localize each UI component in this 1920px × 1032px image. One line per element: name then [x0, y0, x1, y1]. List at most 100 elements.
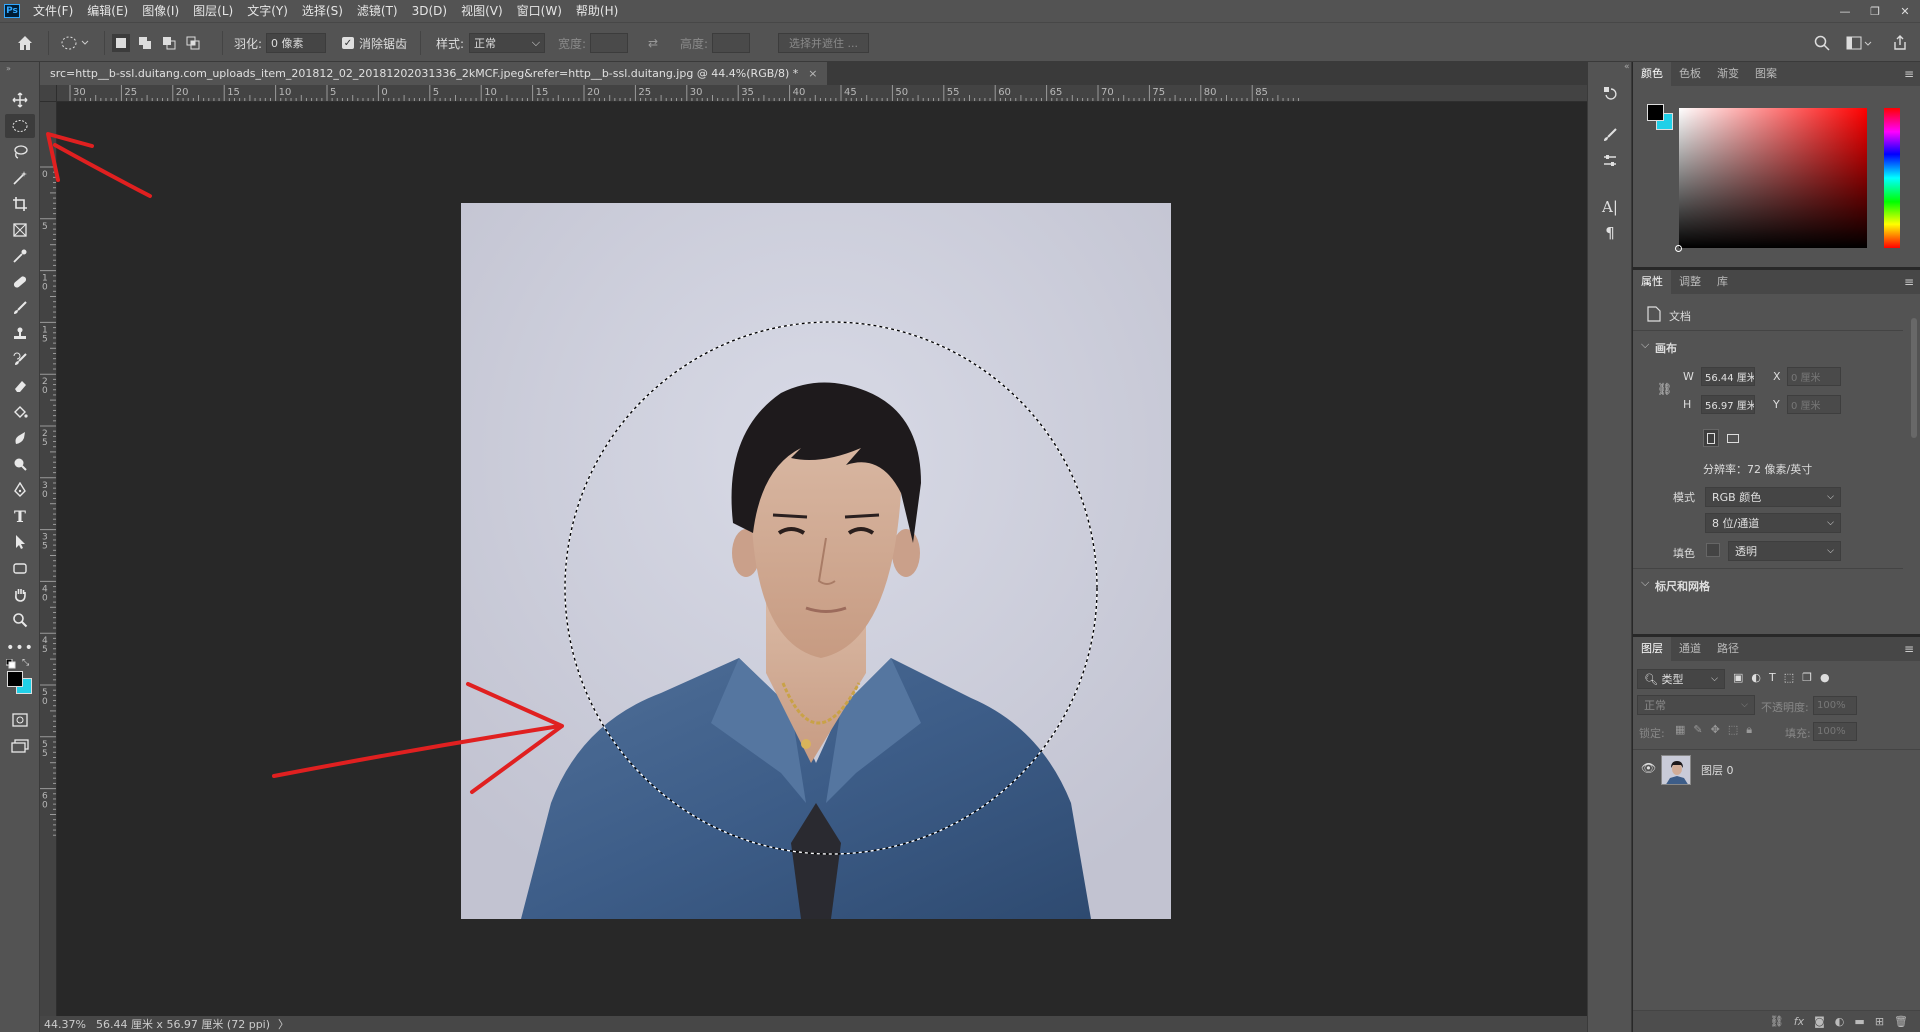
menu-help[interactable]: 帮助(H)	[569, 0, 625, 22]
canvas-height-input[interactable]: 56.97 厘米	[1701, 395, 1755, 414]
lock-pixels-icon[interactable]: ✎	[1693, 723, 1702, 737]
new-adjustment-layer-icon[interactable]: ◐	[1835, 1015, 1845, 1028]
default-colors-icon[interactable]	[5, 658, 16, 672]
canvas-y-input[interactable]: 0 厘米	[1787, 395, 1841, 414]
ruler-origin[interactable]	[40, 85, 57, 102]
minimize-icon[interactable]: —	[1830, 0, 1860, 22]
blend-mode-select[interactable]: 正常 ⌵	[1637, 695, 1755, 715]
menu-filter[interactable]: 滤镜(T)	[350, 0, 405, 22]
frame-tool-icon[interactable]	[5, 218, 35, 242]
brush-tool-icon[interactable]	[5, 296, 35, 320]
landscape-orientation-icon[interactable]	[1725, 429, 1741, 447]
dodge-tool-icon[interactable]	[5, 452, 35, 476]
menu-type[interactable]: 文字(Y)	[240, 0, 295, 22]
menu-view[interactable]: 视图(V)	[454, 0, 510, 22]
link-dimensions-icon[interactable]: ⛓	[1657, 382, 1672, 396]
layer-filter-select[interactable]: 🔍︎ 类型 ⌵	[1637, 669, 1725, 689]
tab-swatches[interactable]: 色板	[1671, 62, 1709, 86]
close-window-icon[interactable]: ✕	[1890, 0, 1920, 22]
delete-layer-icon[interactable]: 🗑︎	[1894, 1015, 1908, 1028]
swap-dimensions-icon[interactable]: ⇄	[648, 23, 658, 63]
filter-shape-icon[interactable]: ⬚	[1784, 671, 1794, 684]
swap-colors-icon[interactable]: ⤡	[22, 658, 29, 668]
path-selection-tool-icon[interactable]	[5, 530, 35, 554]
workspace-icon[interactable]	[1846, 23, 1872, 63]
collapse-toolbar-icon[interactable]: »	[6, 64, 11, 73]
document-tab[interactable]: src=http__b-ssl.duitang.com_uploads_item…	[40, 62, 828, 85]
close-tab-icon[interactable]: ×	[808, 67, 817, 80]
more-tools-icon[interactable]: •••	[5, 636, 35, 660]
subtract-selection-icon[interactable]	[160, 34, 178, 52]
style-select[interactable]: 正常 ⌵	[469, 33, 546, 53]
tab-channels[interactable]: 通道	[1671, 637, 1709, 661]
character-panel-icon[interactable]: A|	[1598, 196, 1622, 218]
pen-tool-icon[interactable]	[5, 478, 35, 502]
paint-bucket-tool-icon[interactable]	[5, 400, 35, 424]
filter-toggle-icon[interactable]: ●	[1820, 671, 1830, 684]
clone-stamp-tool-icon[interactable]	[5, 322, 35, 346]
quick-mask-icon[interactable]	[5, 708, 35, 732]
menu-edit[interactable]: 编辑(E)	[80, 0, 135, 22]
filter-adjustment-icon[interactable]: ◐	[1751, 671, 1761, 684]
layer-visibility-eye-icon[interactable]: 👁︎	[1641, 761, 1656, 775]
height-input[interactable]	[712, 33, 751, 53]
feather-input[interactable]: 0 像素	[266, 33, 327, 53]
portrait-orientation-icon[interactable]	[1703, 429, 1719, 447]
antialias-checkbox[interactable]: ✓	[342, 37, 354, 49]
color-mode-select[interactable]: RGB 颜色 ⌵	[1705, 487, 1841, 507]
collapse-canvas-icon[interactable]: ⌵	[1641, 338, 1649, 352]
tab-layers[interactable]: 图层	[1633, 637, 1671, 661]
width-input[interactable]	[590, 33, 629, 53]
menu-window[interactable]: 窗口(W)	[510, 0, 569, 22]
tab-properties[interactable]: 属性	[1633, 270, 1671, 294]
brushes-panel-icon[interactable]	[1598, 124, 1622, 146]
smudge-tool-icon[interactable]	[5, 426, 35, 450]
fill-select[interactable]: 透明 ⌵	[1728, 541, 1841, 561]
menu-3d[interactable]: 3D(D)	[405, 0, 454, 22]
canvas-width-input[interactable]: 56.44 厘米	[1701, 367, 1755, 386]
collapse-rulers-icon[interactable]: ⌵	[1641, 576, 1649, 590]
add-selection-icon[interactable]	[136, 34, 154, 52]
share-icon[interactable]	[1892, 23, 1908, 63]
intersect-selection-icon[interactable]	[184, 34, 202, 52]
layer-name[interactable]: 图层 0	[1701, 762, 1734, 778]
menu-image[interactable]: 图像(I)	[135, 0, 186, 22]
expand-panels-icon[interactable]: «	[1624, 62, 1630, 72]
eraser-tool-icon[interactable]	[5, 374, 35, 398]
panel-menu-icon[interactable]: ≡	[1904, 62, 1914, 86]
tab-paths[interactable]: 路径	[1709, 637, 1747, 661]
panel-menu-icon[interactable]: ≡	[1904, 637, 1914, 661]
adjustments-panel-icon[interactable]	[1598, 150, 1622, 172]
new-group-icon[interactable]: ▬	[1854, 1015, 1864, 1028]
lasso-tool-icon[interactable]	[5, 140, 35, 164]
panel-foreground-swatch[interactable]	[1647, 104, 1664, 121]
status-menu-arrow-icon[interactable]: 〉	[278, 1016, 289, 1032]
new-selection-icon[interactable]	[112, 34, 130, 52]
type-tool-icon[interactable]: T	[5, 504, 35, 528]
history-brush-tool-icon[interactable]	[5, 348, 35, 372]
history-panel-icon[interactable]	[1598, 82, 1622, 104]
crop-tool-icon[interactable]	[5, 192, 35, 216]
foreground-color-swatch[interactable]	[7, 671, 23, 687]
search-icon[interactable]	[1814, 23, 1830, 63]
lock-all-icon[interactable]: 🔒︎	[1746, 723, 1752, 737]
tab-patterns[interactable]: 图案	[1747, 62, 1785, 86]
lock-artboard-icon[interactable]: ⬚	[1728, 723, 1738, 737]
paragraph-panel-icon[interactable]: ¶	[1598, 222, 1622, 244]
menu-layer[interactable]: 图层(L)	[186, 0, 240, 22]
rectangle-tool-icon[interactable]	[5, 556, 35, 580]
restore-icon[interactable]: ❐	[1860, 0, 1890, 22]
panel-menu-icon[interactable]: ≡	[1904, 270, 1914, 294]
canvas-x-input[interactable]: 0 厘米	[1787, 367, 1841, 386]
color-field[interactable]	[1675, 108, 1867, 252]
elliptical-marquee-tool-icon[interactable]	[5, 114, 35, 138]
tab-gradients[interactable]: 渐变	[1709, 62, 1747, 86]
eyedropper-tool-icon[interactable]	[5, 244, 35, 268]
magic-wand-tool-icon[interactable]	[5, 166, 35, 190]
tab-adjustments[interactable]: 调整	[1671, 270, 1709, 294]
zoom-tool-icon[interactable]	[5, 608, 35, 632]
menu-file[interactable]: 文件(F)	[26, 0, 80, 22]
hue-slider[interactable]	[1884, 108, 1900, 248]
lock-position-icon[interactable]: ✥	[1711, 723, 1720, 737]
lock-transparent-icon[interactable]: ▦	[1675, 723, 1685, 737]
